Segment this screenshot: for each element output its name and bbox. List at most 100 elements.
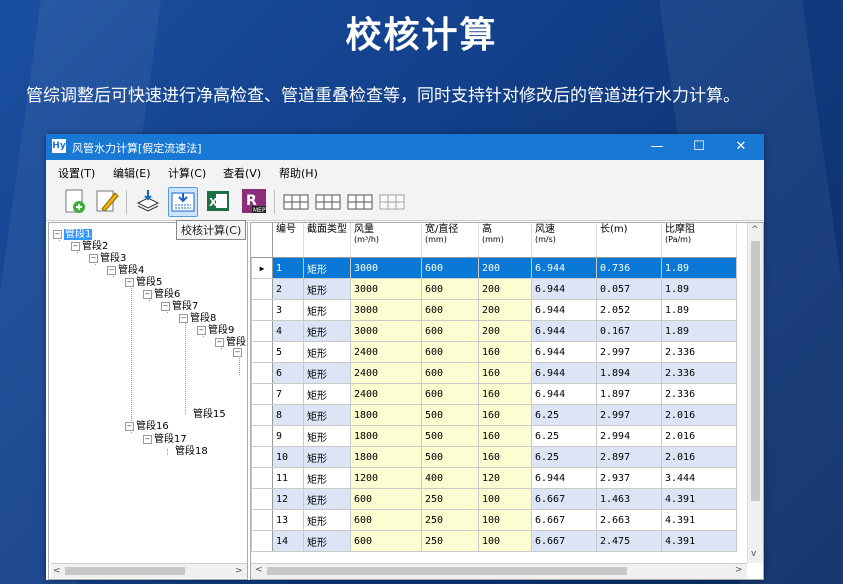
row-header[interactable] [251, 425, 273, 447]
check-calc-icon[interactable] [168, 187, 198, 217]
cell-friction[interactable]: 2.336 [661, 383, 737, 405]
table-option-3-icon[interactable] [346, 187, 374, 215]
cell-width[interactable]: 500 [421, 425, 479, 447]
cell-section-type[interactable]: 矩形 [303, 425, 351, 447]
scroll-thumb[interactable] [751, 241, 760, 501]
cell-velocity[interactable]: 6.667 [531, 530, 597, 552]
tree-node-segment-truncated[interactable]: − 管段 [215, 333, 246, 348]
table-option-1-icon[interactable] [282, 187, 310, 215]
row-header[interactable] [251, 341, 273, 363]
cell-width[interactable]: 600 [421, 383, 479, 405]
col-header-friction[interactable]: 比摩阻 (Pa/m) [661, 223, 737, 258]
cell-length[interactable]: 2.994 [596, 425, 662, 447]
collapse-icon[interactable]: − [107, 265, 116, 275]
cell-section-type[interactable]: 矩形 [303, 320, 351, 342]
cell-section-type[interactable]: 矩形 [303, 404, 351, 426]
cell-velocity[interactable]: 6.944 [531, 467, 597, 489]
row-header[interactable] [251, 404, 273, 426]
collapse-icon[interactable]: − [125, 421, 134, 431]
cell-id[interactable]: 4 [272, 320, 304, 342]
cell-airflow[interactable]: 600 [350, 488, 422, 510]
menu-help[interactable]: 帮助(H) [279, 165, 318, 181]
cell-section-type[interactable]: 矩形 [303, 299, 351, 321]
cell-length[interactable]: 0.057 [596, 278, 662, 300]
table-row[interactable]: 14 矩形 600 250 100 6.667 2.475 4.391 [251, 530, 737, 552]
cell-velocity[interactable]: 6.25 [531, 446, 597, 468]
cell-friction[interactable]: 2.336 [661, 362, 737, 384]
cell-height[interactable]: 160 [478, 383, 532, 405]
cell-height[interactable]: 100 [478, 509, 532, 531]
cell-section-type[interactable]: 矩形 [303, 488, 351, 510]
cell-velocity[interactable]: 6.667 [531, 509, 597, 531]
cell-airflow[interactable]: 600 [350, 530, 422, 552]
cell-velocity[interactable]: 6.944 [531, 299, 597, 321]
cell-height[interactable]: 160 [478, 404, 532, 426]
cell-airflow[interactable]: 3000 [350, 299, 422, 321]
cell-width[interactable]: 250 [421, 488, 479, 510]
row-header[interactable] [251, 299, 273, 321]
cell-length[interactable]: 2.475 [596, 530, 662, 552]
collapse-icon[interactable]: − [161, 301, 170, 311]
cell-velocity[interactable]: 6.667 [531, 488, 597, 510]
cell-velocity[interactable]: 6.944 [531, 362, 597, 384]
collapse-icon[interactable]: − [197, 325, 206, 335]
cell-airflow[interactable]: 3000 [350, 278, 422, 300]
cell-velocity[interactable]: 6.944 [531, 341, 597, 363]
cell-height[interactable]: 200 [478, 299, 532, 321]
cell-airflow[interactable]: 1800 [350, 425, 422, 447]
table-row[interactable]: 7 矩形 2400 600 160 6.944 1.897 2.336 [251, 383, 737, 405]
cell-width[interactable]: 500 [421, 404, 479, 426]
row-header[interactable] [251, 446, 273, 468]
collapse-icon[interactable]: − [143, 434, 152, 444]
row-header[interactable] [251, 509, 273, 531]
table-row[interactable]: 4 矩形 3000 600 200 6.944 0.167 1.89 [251, 320, 737, 342]
row-header[interactable] [251, 383, 273, 405]
collapse-icon[interactable]: − [71, 241, 80, 251]
cell-id[interactable]: 13 [272, 509, 304, 531]
cell-height[interactable]: 160 [478, 341, 532, 363]
menu-edit[interactable]: 编辑(E) [113, 165, 151, 181]
scroll-right-icon[interactable]: > [735, 565, 743, 575]
cell-height[interactable]: 200 [478, 320, 532, 342]
table-row[interactable]: 9 矩形 1800 500 160 6.25 2.994 2.016 [251, 425, 737, 447]
cell-width[interactable]: 600 [421, 257, 479, 279]
cell-velocity[interactable]: 6.944 [531, 383, 597, 405]
tree-node-collapsed[interactable]: − [233, 347, 244, 358]
cell-length[interactable]: 2.052 [596, 299, 662, 321]
cell-length[interactable]: 2.997 [596, 341, 662, 363]
col-header-id[interactable]: 编号 [272, 223, 304, 258]
cell-friction[interactable]: 2.016 [661, 404, 737, 426]
import-icon[interactable] [134, 187, 162, 215]
cell-friction[interactable]: 2.016 [661, 425, 737, 447]
cell-length[interactable]: 2.897 [596, 446, 662, 468]
menu-settings[interactable]: 设置(T) [58, 165, 95, 181]
cell-friction[interactable]: 2.336 [661, 341, 737, 363]
row-header[interactable] [251, 320, 273, 342]
cell-section-type[interactable]: 矩形 [303, 278, 351, 300]
table-row[interactable]: 6 矩形 2400 600 160 6.944 1.894 2.336 [251, 362, 737, 384]
row-header[interactable] [251, 278, 273, 300]
grid-horizontal-scrollbar[interactable]: < > [251, 563, 747, 579]
row-header[interactable] [251, 530, 273, 552]
collapse-icon[interactable]: − [89, 253, 98, 263]
cell-airflow[interactable]: 2400 [350, 341, 422, 363]
cell-id[interactable]: 9 [272, 425, 304, 447]
cell-width[interactable]: 400 [421, 467, 479, 489]
cell-section-type[interactable]: 矩形 [303, 383, 351, 405]
cell-length[interactable]: 0.736 [596, 257, 662, 279]
cell-height[interactable]: 160 [478, 362, 532, 384]
cell-friction[interactable]: 1.89 [661, 257, 737, 279]
collapse-icon[interactable]: − [53, 229, 62, 239]
row-header[interactable] [251, 467, 273, 489]
scroll-thumb[interactable] [267, 567, 627, 575]
cell-friction[interactable]: 1.89 [661, 320, 737, 342]
table-row[interactable]: ▶ 1 矩形 3000 600 200 6.944 0.736 1.89 [251, 257, 737, 279]
cell-friction[interactable]: 3.444 [661, 467, 737, 489]
excel-icon[interactable]: X [204, 187, 232, 215]
cell-id[interactable]: 3 [272, 299, 304, 321]
tree-node-segment-18[interactable]: 管段18 [175, 442, 208, 457]
table-option-4-icon[interactable] [378, 187, 406, 215]
col-header-width[interactable]: 宽/直径 (mm) [421, 223, 479, 258]
cell-width[interactable]: 500 [421, 446, 479, 468]
cell-airflow[interactable]: 3000 [350, 320, 422, 342]
